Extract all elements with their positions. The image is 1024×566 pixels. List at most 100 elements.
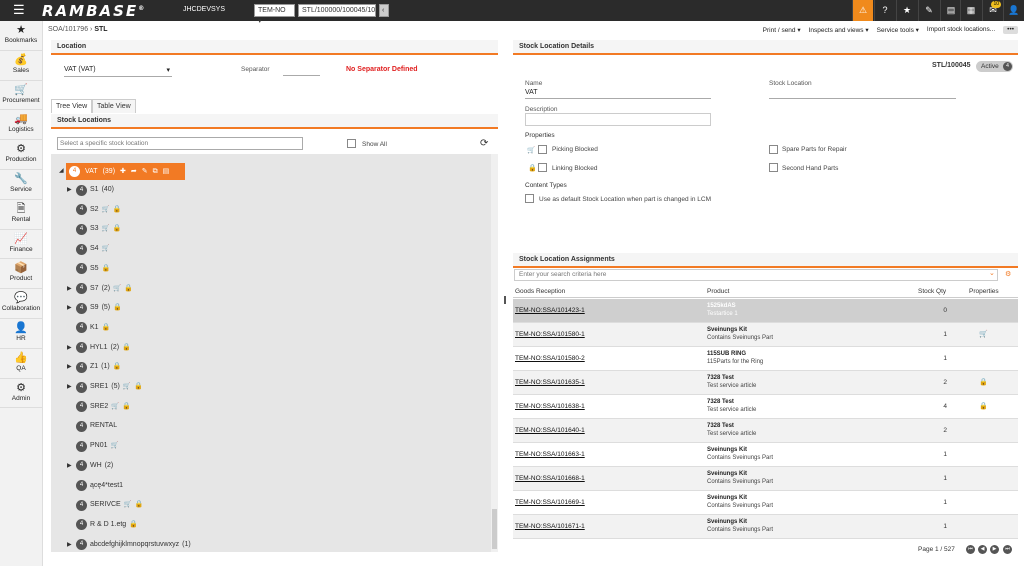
expand-icon[interactable]: ▶ <box>67 301 73 315</box>
next-page-button[interactable]: ▶ <box>990 545 999 554</box>
add-icon[interactable]: ✚ <box>120 163 126 180</box>
description-textarea[interactable] <box>525 113 711 126</box>
table-row[interactable]: TEM-NO:SSA/101668-1 Sveinungs Kit Contains… <box>513 467 1018 491</box>
expand-icon[interactable]: ▶ <box>67 282 73 296</box>
tree-node[interactable]: 4 S4 🛒 <box>67 242 110 256</box>
col-properties[interactable]: Properties <box>969 288 999 295</box>
last-page-button[interactable]: ⏭ <box>1003 545 1012 554</box>
sidebar-item-rental[interactable]: 🗎 Rental <box>0 200 42 230</box>
tree-node[interactable]: 4 S2 🛒 🔒 <box>67 203 121 217</box>
tree-node[interactable]: ▶ 4 HYL1 (2) 🔒 <box>67 341 131 355</box>
action-4[interactable]: ••• <box>1003 26 1018 34</box>
tree-node[interactable]: 4 S5 🔒 <box>67 262 110 276</box>
spare-parts-checkbox[interactable] <box>769 145 778 154</box>
user-icon[interactable]: 👤 <box>1003 0 1024 21</box>
tree-node[interactable]: 4 SERIVCE 🛒 🔒 <box>67 498 144 512</box>
action-0[interactable]: Print / send ▾ <box>763 26 801 34</box>
col-stock-qty[interactable]: Stock Qty <box>918 288 946 295</box>
tree-node[interactable]: ▶ 4 S7 (2) 🛒 🔒 <box>67 282 133 296</box>
mail-icon[interactable]: ✉ 10 <box>982 0 1003 21</box>
expand-icon[interactable]: ▶ <box>67 183 73 197</box>
default-lcm-checkbox[interactable] <box>525 194 534 203</box>
menu-icon[interactable]: ☰ <box>13 3 27 16</box>
table-row[interactable]: TEM-NO:SSA/101423-1 1525kdAS Testartice 1 0 <box>513 299 1018 323</box>
picking-blocked-checkbox[interactable] <box>538 145 547 154</box>
tree-node[interactable]: 4 ącę4*test1 <box>67 479 123 493</box>
action-1[interactable]: Inspects and views ▾ <box>809 26 869 34</box>
table-row[interactable]: TEM-NO:SSA/101640-1 7328 Test Test service… <box>513 419 1018 443</box>
goods-reception-link[interactable]: TEM-NO:SSA/101668-1 <box>515 475 585 482</box>
rambase-logo[interactable]: RAMBASE® <box>42 2 146 20</box>
tree-node[interactable]: 4 S3 🛒 🔒 <box>67 222 121 236</box>
tab-tree-view[interactable]: Tree View <box>51 99 93 113</box>
action-3[interactable]: Import stock locations... <box>927 26 995 34</box>
goods-reception-link[interactable]: TEM-NO:SSA/101669-1 <box>515 499 585 506</box>
copy-icon[interactable]: ⧉ <box>153 163 158 180</box>
warning-icon[interactable]: ⚠ <box>852 0 873 21</box>
expand-icon[interactable]: ▶ <box>67 380 73 394</box>
expand-icon[interactable]: ▶ <box>67 341 73 355</box>
tag-icon[interactable]: ✎ <box>918 0 939 21</box>
sidebar-item-admin[interactable]: ⚙ Admin <box>0 379 42 409</box>
sidebar-item-finance[interactable]: 📈 Finance <box>0 230 42 260</box>
expand-icon[interactable]: ▶ <box>67 459 73 473</box>
splitter-handle[interactable] <box>504 296 506 304</box>
refresh-icon[interactable]: ⟳ <box>480 138 488 149</box>
help-icon[interactable]: ? <box>874 0 895 21</box>
name-input[interactable]: VAT <box>525 89 711 99</box>
tree-node[interactable]: ▶ 4 S9 (5) 🔒 <box>67 301 122 315</box>
tree-node[interactable]: 4 SRE2 🛒 🔒 <box>67 400 131 414</box>
document-icon[interactable]: ▤ <box>163 163 170 180</box>
table-row[interactable]: TEM-NO:SSA/101671-1 Sveinungs Kit Contains… <box>513 515 1018 539</box>
table-row[interactable]: TEM-NO:SSA/101635-1 7328 Test Test service… <box>513 371 1018 395</box>
tree-node[interactable]: 4R & D 1.etg 🔒 <box>67 518 138 532</box>
show-all-checkbox[interactable] <box>347 139 356 148</box>
tree-node[interactable]: ▶ 4 Z1 (1) 🔒 <box>67 360 121 374</box>
tree-root-vat[interactable]: 4 VAT (39) ✚ ➦ ✎ ⧉ ▤ <box>66 163 185 180</box>
collapse-icon[interactable]: ◢ <box>59 167 64 174</box>
tree-node[interactable]: 4 PN01 🛒 <box>67 439 119 453</box>
first-page-button[interactable]: ⏮ <box>966 545 975 554</box>
tree-scrollbar[interactable] <box>491 154 498 552</box>
list-icon[interactable]: ▤ <box>940 0 961 21</box>
settings-icon[interactable]: ⚙ <box>1005 270 1011 278</box>
tree-node[interactable]: ▶ 4 abcdefghijklmnopqrstuvwxyz (1) <box>67 538 191 552</box>
assignments-search[interactable]: Enter your search criteria here <box>514 269 998 281</box>
table-row[interactable]: TEM-NO:SSA/101663-1 Sveinungs Kit Contains… <box>513 443 1018 467</box>
action-2[interactable]: Service tools ▾ <box>877 26 919 34</box>
sidebar-item-service[interactable]: 🔧 Service <box>0 170 42 200</box>
table-row[interactable]: TEM-NO:SSA/101580-1 Sveinungs Kit Contains… <box>513 323 1018 347</box>
goods-reception-link[interactable]: TEM-NO:SSA/101580-2 <box>515 355 585 362</box>
table-row[interactable]: TEM-NO:SSA/101580-2 115SUB RING 115Parts f… <box>513 347 1018 371</box>
goods-reception-link[interactable]: TEM-NO:SSA/101423-1 <box>515 307 585 314</box>
stock-location-input[interactable] <box>769 89 956 99</box>
search-dropdown-icon[interactable]: ⌄ <box>989 269 995 277</box>
go-back-button[interactable]: ‹ <box>379 4 389 17</box>
goods-reception-link[interactable]: TEM-NO:SSA/101640-1 <box>515 427 585 434</box>
sidebar-item-procurement[interactable]: 🛒 Procurement <box>0 81 42 111</box>
prev-page-button[interactable]: ◀ <box>978 545 987 554</box>
tree-node[interactable]: 4 K1 🔒 <box>67 321 110 335</box>
tab-table-view[interactable]: Table View <box>92 99 136 113</box>
sidebar-item-logistics[interactable]: 🚚 Logistics <box>0 110 42 141</box>
sidebar-item-bookmarks[interactable]: ★ Bookmarks <box>0 21 42 51</box>
sidebar-item-product[interactable]: 📦 Product <box>0 259 42 290</box>
tree-node[interactable]: ▶ 4 WH (2) <box>67 459 113 473</box>
breadcrumb-link[interactable]: SOA/101796 <box>48 26 88 33</box>
object-input[interactable]: STL/100000/100045/10 <box>298 4 376 17</box>
table-row[interactable]: TEM-NO:SSA/101638-1 7328 Test Test service… <box>513 395 1018 419</box>
expand-icon[interactable]: ▶ <box>67 360 73 374</box>
goods-reception-link[interactable]: TEM-NO:SSA/101580-1 <box>515 331 585 338</box>
separator-input[interactable] <box>283 66 320 76</box>
calendar-icon[interactable]: ▦ <box>960 0 981 21</box>
tree-node[interactable]: ▶ 4 SRE1 (5) 🛒 🔒 <box>67 380 143 394</box>
sidebar-item-qa[interactable]: 👍 QA <box>0 349 42 379</box>
favorites-icon[interactable]: ★ <box>896 0 917 21</box>
table-row[interactable]: TEM-NO:SSA/101669-1 Sveinungs Kit Contains… <box>513 491 1018 515</box>
goods-reception-link[interactable]: TEM-NO:SSA/101635-1 <box>515 379 585 386</box>
tree-node[interactable]: ▶ 4 S1 (40) <box>67 183 114 197</box>
company-select[interactable]: TEM-NO ▾ <box>254 4 295 25</box>
sidebar-item-collaboration[interactable]: 💬 Collaboration <box>0 289 42 319</box>
sidebar-item-production[interactable]: ⚙ Production <box>0 140 42 170</box>
col-goods-reception[interactable]: Goods Reception <box>515 288 565 295</box>
